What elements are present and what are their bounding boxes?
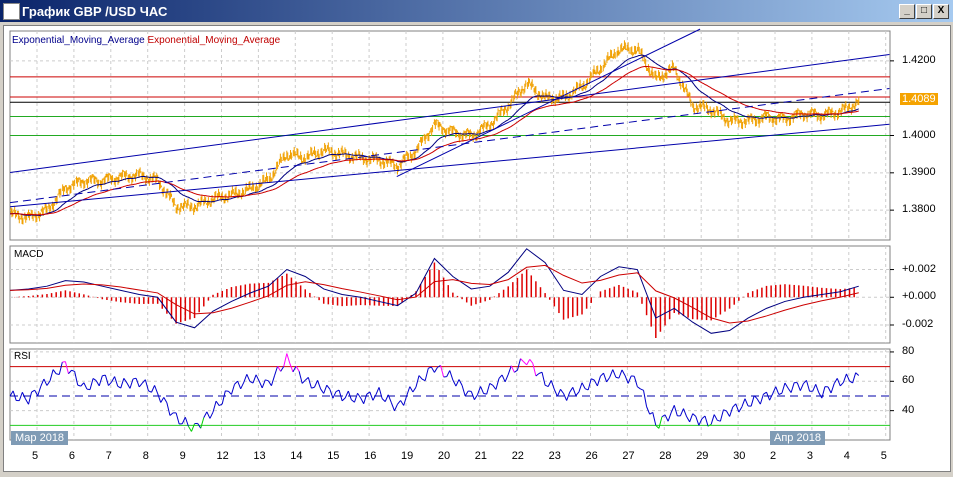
x-tick-label: 29 xyxy=(696,450,709,462)
y-tick-label: 1.3900 xyxy=(902,165,936,178)
y-tick-label: 40 xyxy=(902,403,915,416)
x-tick-label: 12 xyxy=(216,450,229,462)
x-tick-label: 7 xyxy=(105,450,112,462)
x-tick-label: 30 xyxy=(733,450,746,462)
x-tick-label: 13 xyxy=(253,450,266,462)
x-tick-label: 19 xyxy=(401,450,414,462)
x-tick-label: 8 xyxy=(142,450,149,462)
pane-rsi xyxy=(9,348,891,441)
x-tick-label: 4 xyxy=(843,450,850,462)
x-tick-label: 9 xyxy=(179,450,186,462)
y-tick-label: 1.4000 xyxy=(902,128,936,141)
y-tick-label: 80 xyxy=(902,344,915,357)
indicator-legend: Exponential_Moving_Average Exponential_M… xyxy=(12,35,280,46)
month-label-march: Мар 2018 xyxy=(11,431,69,445)
x-tick-label: 22 xyxy=(511,450,524,462)
x-tick-label: 27 xyxy=(622,450,635,462)
y-tick-label: +0.002 xyxy=(902,262,936,275)
legend-ema-slow: Exponential_Moving_Average xyxy=(147,35,281,46)
y-tick-label: 1.3800 xyxy=(902,203,936,216)
x-tick-label: 6 xyxy=(68,450,76,462)
chart-canvas xyxy=(9,28,894,441)
rsi-title: RSI xyxy=(14,351,31,362)
x-tick-label: 16 xyxy=(364,450,377,462)
x-tick-label: 26 xyxy=(585,450,598,462)
x-tick-label: 20 xyxy=(437,450,451,462)
x-tick-label: 2 xyxy=(770,450,777,462)
y-tick-label: -0.002 xyxy=(902,317,934,330)
rsi-line-segment xyxy=(86,388,91,391)
x-tick-label: 3 xyxy=(806,450,814,462)
x-tick-label: 21 xyxy=(474,450,488,462)
y-tick-label: 60 xyxy=(902,374,915,387)
x-tick-label: 15 xyxy=(327,450,340,462)
rsi-line-segment xyxy=(483,393,487,395)
macd-title: MACD xyxy=(14,249,44,260)
y-tick-label: +0.000 xyxy=(902,290,936,303)
rsi-line-segment xyxy=(132,377,137,380)
current-price-tag: 1.4089 xyxy=(900,93,938,105)
x-tick-label: 5 xyxy=(880,450,887,462)
y-tick-label: 1.4200 xyxy=(902,53,936,66)
x-tick-label: 14 xyxy=(290,450,303,462)
x-tick-label: 5 xyxy=(32,450,39,462)
rsi-line-segment xyxy=(102,374,106,377)
month-label-april: Апр 2018 xyxy=(770,431,825,445)
x-tick-label: 28 xyxy=(659,450,672,462)
legend-ema-fast: Exponential_Moving_Average xyxy=(12,35,145,46)
x-tick-label: 23 xyxy=(548,450,561,462)
